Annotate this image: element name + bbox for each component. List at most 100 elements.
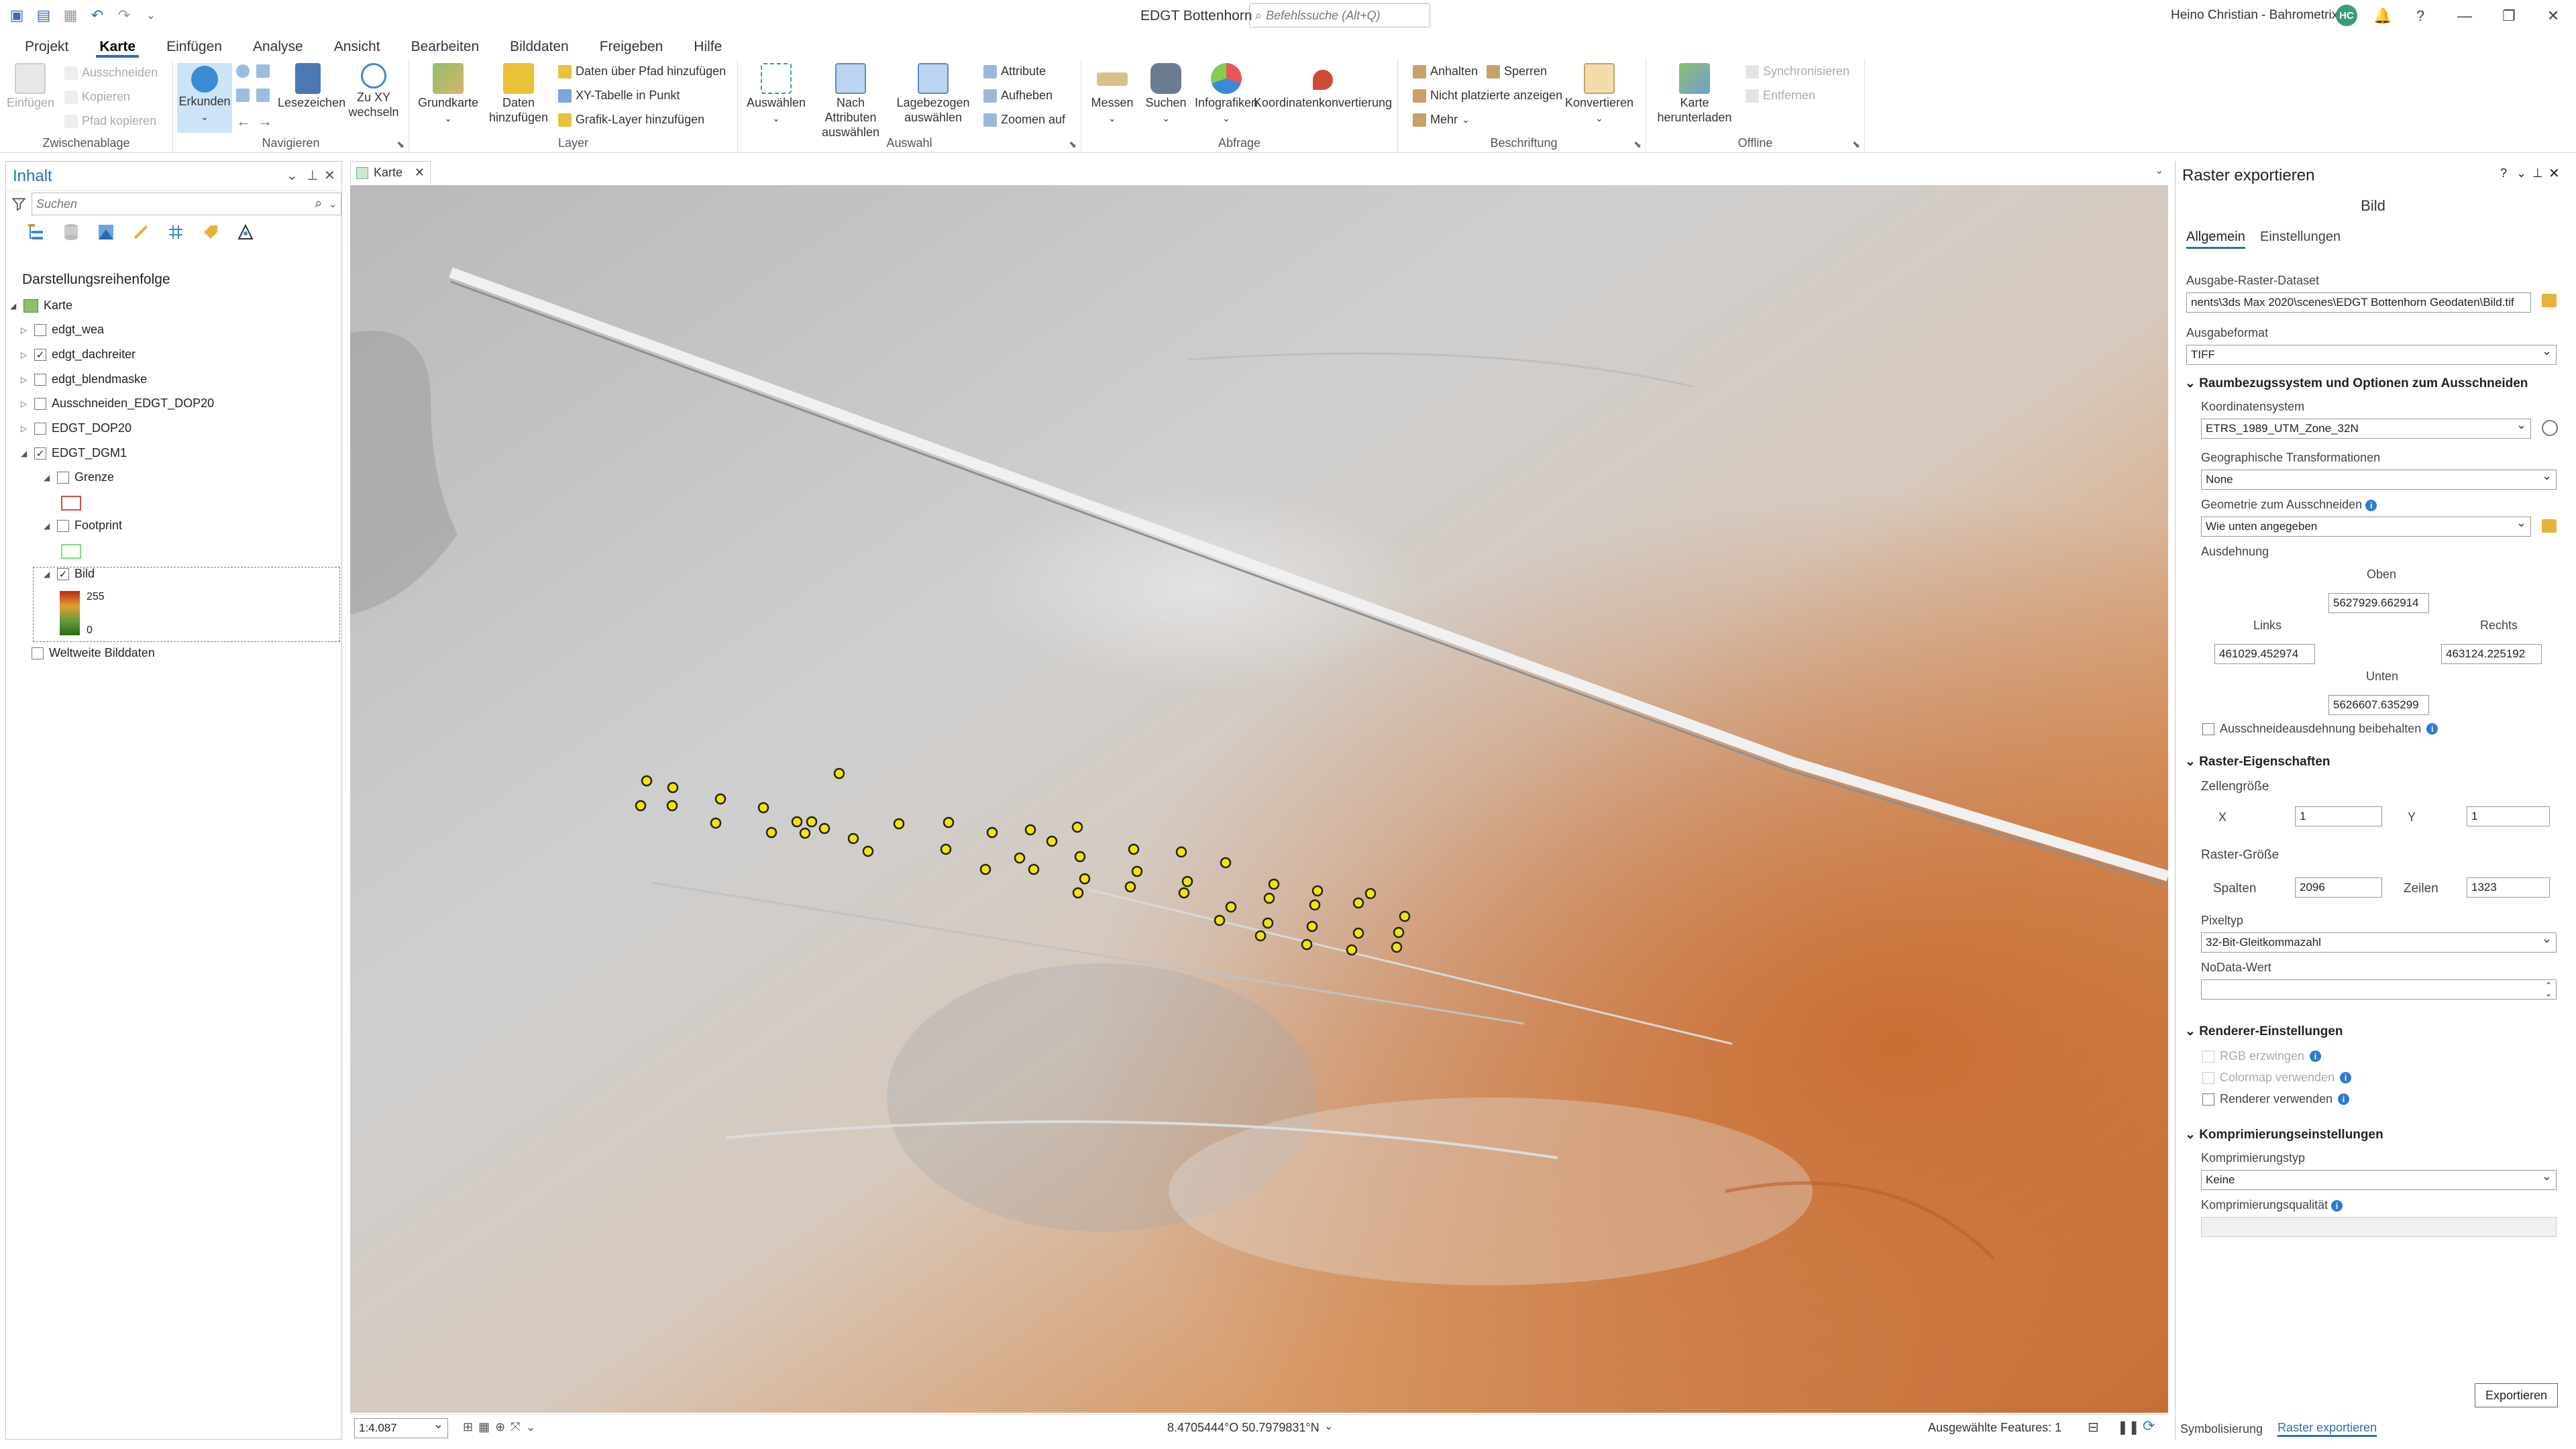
tab-freigeben[interactable]: Freigeben <box>584 35 679 59</box>
turbine-point[interactable] <box>1220 857 1232 869</box>
clear-selection-button[interactable]: Aufheben <box>983 89 1053 103</box>
turbine-point[interactable] <box>1028 863 1040 875</box>
close-pane-icon[interactable]: ✕ <box>2548 165 2560 182</box>
turbine-point[interactable] <box>1214 914 1226 926</box>
section-crs-toggle[interactable]: ⌄ Raumbezugssystem und Optionen zum Auss… <box>2185 376 2528 391</box>
extent-right-input[interactable]: 463124.225192 <box>2441 644 2542 664</box>
collapse-triangle-icon[interactable]: ◢ <box>21 449 29 458</box>
tab-einstellungen[interactable]: Einstellungen <box>2260 229 2341 245</box>
turbine-point[interactable] <box>799 827 811 839</box>
collapse-triangle-icon[interactable]: ◢ <box>44 521 52 531</box>
turbine-point[interactable] <box>1074 851 1086 863</box>
turbine-point[interactable] <box>1181 875 1193 888</box>
turbine-point[interactable] <box>833 767 845 780</box>
turbine-point[interactable] <box>1399 910 1411 922</box>
info-icon[interactable]: i <box>2310 1051 2322 1062</box>
copy-path-button[interactable]: Pfad kopieren <box>64 114 156 128</box>
turbine-point[interactable] <box>940 843 952 855</box>
collapse-triangle-icon[interactable]: ◢ <box>44 570 52 579</box>
refresh-icon[interactable]: ⟳ <box>2143 1417 2155 1435</box>
basemap-button[interactable]: Grundkarte ⌄ <box>415 63 482 125</box>
close-tab-icon[interactable]: ✕ <box>415 166 425 180</box>
toc-map[interactable]: ◢ Karte <box>10 299 72 313</box>
search-options-icon[interactable]: ⌄ <box>329 199 337 210</box>
turbine-point[interactable] <box>666 800 678 812</box>
contents-search-box[interactable]: ⌕ ⌄ <box>32 193 341 215</box>
dialog-launcher-icon[interactable]: ⬊ <box>1852 139 1860 150</box>
add-data-button[interactable]: Daten hinzufügen <box>482 63 555 125</box>
more-labels-button[interactable]: Mehr ⌄ <box>1413 113 1470 127</box>
info-icon[interactable]: i <box>2426 723 2438 735</box>
output-format-select[interactable]: TIFF <box>2186 345 2557 365</box>
tab-ansicht[interactable]: Ansicht <box>319 35 396 59</box>
folder-browse-icon[interactable] <box>2542 519 2557 533</box>
turbine-point[interactable] <box>757 802 769 814</box>
tab-raster-exportieren[interactable]: Raster exportieren <box>2277 1421 2377 1437</box>
turbine-point[interactable] <box>1311 885 1324 897</box>
toc-layer-ausschneiden-dop20[interactable]: ▷ Ausschneiden_EDGT_DOP20 <box>21 396 214 411</box>
restore-icon[interactable]: ❐ <box>2496 4 2522 28</box>
cell-y-input[interactable]: 1 <box>2467 806 2550 826</box>
compression-quality-input[interactable] <box>2201 1217 2557 1237</box>
turbine-point[interactable] <box>1393 926 1405 938</box>
extent-left-input[interactable]: 461029.452974 <box>2214 644 2315 664</box>
use-renderer-row[interactable]: Renderer verwenden i <box>2202 1092 2350 1106</box>
filter-icon[interactable] <box>11 197 26 211</box>
collapse-triangle-icon[interactable]: ◢ <box>10 301 18 311</box>
goto-xy-button[interactable]: Zu XY wechseln <box>343 63 404 119</box>
close-pane-icon[interactable]: ✕ <box>324 167 335 184</box>
turbine-point[interactable] <box>1254 930 1267 942</box>
xy-to-point-button[interactable]: XY-Tabelle in Punkt <box>558 89 680 103</box>
tab-projekt[interactable]: Projekt <box>9 35 84 59</box>
snapping-icon[interactable] <box>166 222 186 242</box>
expand-triangle-icon[interactable]: ▷ <box>21 375 29 384</box>
measure-button[interactable]: Messen ⌄ <box>1084 63 1140 125</box>
add-graphics-button[interactable]: Grafik-Layer hinzufügen <box>558 113 704 127</box>
editing-icon[interactable] <box>131 222 151 242</box>
layer-visibility-checkbox[interactable] <box>34 323 46 336</box>
selected-features-count[interactable]: Ausgewählte Features: 1 <box>1928 1421 2061 1435</box>
turbine-point[interactable] <box>1301 938 1313 951</box>
layer-visibility-checkbox[interactable] <box>34 397 46 410</box>
toc-layer-edgt-blendmaske[interactable]: ▷ edgt_blendmaske <box>21 372 147 386</box>
compression-type-select[interactable]: Keine <box>2201 1170 2557 1190</box>
hillshade-map[interactable] <box>350 185 2168 1413</box>
paste-button[interactable]: Einfügen <box>7 63 54 110</box>
new-project-icon[interactable]: ▣ <box>8 7 25 24</box>
clip-geometry-select[interactable]: Wie unten angegeben <box>2201 517 2531 537</box>
turbine-point[interactable] <box>1046 835 1058 847</box>
turbine-point[interactable] <box>1306 920 1318 932</box>
turbine-point[interactable] <box>641 775 653 787</box>
force-rgb-checkbox[interactable] <box>2202 1050 2214 1063</box>
toc-worldwide-imagery[interactable]: Weltweite Bilddaten <box>32 646 155 660</box>
user-name[interactable]: Heino Christian - Bahrometrix <box>2171 8 2338 23</box>
grenze-symbol[interactable] <box>61 496 81 511</box>
bookmarks-button[interactable]: Lesezeichen <box>278 63 345 110</box>
turbine-point[interactable] <box>710 817 722 829</box>
lock-labels-button[interactable]: Sperren <box>1487 64 1547 78</box>
nodata-input[interactable]: ⌃ ⌄ <box>2201 979 2557 1000</box>
geo-transform-select[interactable]: None <box>2201 470 2557 490</box>
tab-list-icon[interactable]: ⌄ <box>2155 164 2163 177</box>
layer-visibility-checkbox[interactable]: ✓ <box>34 348 46 361</box>
dialog-launcher-icon[interactable]: ⬊ <box>1633 139 1642 150</box>
crs-select[interactable]: ETRS_1989_UTM_Zone_32N <box>2201 419 2531 439</box>
turbine-point[interactable] <box>862 845 874 857</box>
close-icon[interactable]: ✕ <box>2540 4 2567 28</box>
turbine-point[interactable] <box>979 863 991 875</box>
layer-visibility-checkbox[interactable] <box>57 471 69 484</box>
folder-browse-icon[interactable] <box>2542 294 2557 307</box>
turbine-point[interactable] <box>667 782 679 794</box>
pause-labels-button[interactable]: Anhalten <box>1413 64 1478 78</box>
dialog-launcher-icon[interactable]: ⬊ <box>396 139 405 150</box>
turbine-point[interactable] <box>1071 821 1083 833</box>
turbine-point[interactable] <box>943 816 955 828</box>
avatar[interactable]: HC <box>2336 5 2357 26</box>
undo-icon[interactable]: ↶ <box>89 7 106 24</box>
extent-bottom-input[interactable]: 5626607.635299 <box>2328 695 2429 715</box>
use-colormap-row[interactable]: Colormap verwenden i <box>2202 1071 2352 1085</box>
unplaced-labels-button[interactable]: Nicht platzierte anzeigen <box>1413 89 1562 103</box>
help-icon[interactable]: ? <box>2500 166 2507 180</box>
pixel-type-select[interactable]: 32-Bit-Gleitkommazahl <box>2201 932 2557 953</box>
turbine-point[interactable] <box>1024 824 1036 836</box>
